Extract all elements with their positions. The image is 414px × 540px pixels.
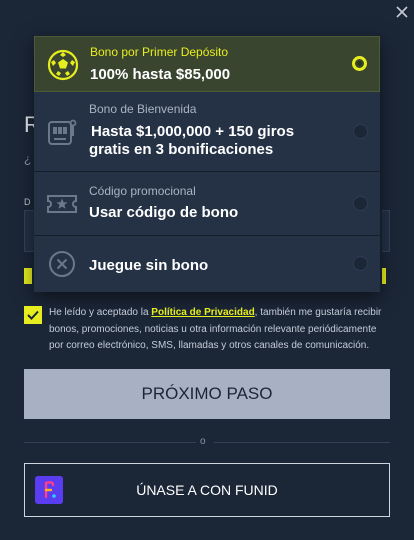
divider-line	[214, 442, 390, 443]
divider-line	[24, 442, 196, 443]
bonus-radio[interactable]	[353, 256, 368, 271]
divider-text: o	[200, 436, 206, 447]
bonus-title-line1: Hasta $1,000,000 + 150 giros	[91, 123, 295, 140]
slot-machine-icon	[48, 119, 77, 145]
bonus-dropdown: Bono por Primer Depósito 100% hasta $85,…	[34, 36, 380, 292]
form-subtitle-fragment: ¿	[24, 152, 32, 166]
bonus-option-first-deposit[interactable]: Bono por Primer Depósito 100% hasta $85,…	[34, 36, 380, 92]
funid-button-label: ÚNASE A CON FUNID	[136, 482, 278, 498]
bonus-category: Bono de Bienvenida	[89, 102, 197, 116]
next-step-button[interactable]: PRÓXIMO PASO	[24, 369, 390, 419]
bonus-title: Usar código de bono	[89, 204, 239, 221]
ticket-star-icon	[47, 195, 77, 213]
funid-join-button[interactable]: ÚNASE A CON FUNID	[24, 463, 390, 517]
promo-banner-edge	[382, 268, 386, 284]
bonus-option-no-bonus[interactable]: Juegue sin bono	[34, 236, 380, 292]
bonus-option-promo-code[interactable]: Código promocional Usar código de bono	[34, 172, 380, 236]
close-icon[interactable]	[396, 6, 408, 18]
bonus-category: Código promocional	[89, 184, 196, 198]
consent-checkbox[interactable]	[24, 306, 42, 324]
bonus-radio[interactable]	[353, 196, 368, 211]
consent-text: He leído y aceptado la Política de Priva…	[49, 305, 389, 355]
bonus-title: 100% hasta $85,000	[90, 66, 231, 83]
bonus-option-welcome[interactable]: Bono de Bienvenida Hasta $1,000,000 + 15…	[34, 92, 380, 172]
no-bonus-icon	[49, 251, 75, 277]
promo-banner-edge	[24, 268, 32, 284]
bonus-radio-selected[interactable]	[352, 56, 367, 71]
bonus-category: Bono por Primer Depósito	[90, 45, 229, 59]
soccer-ball-icon	[47, 49, 79, 81]
bonus-radio[interactable]	[353, 124, 368, 139]
bonus-select-field-edge[interactable]	[382, 210, 390, 252]
privacy-policy-link[interactable]: Política de Privacidad	[151, 307, 254, 318]
consent-prefix: He leído y aceptado la	[49, 307, 152, 318]
bonus-title: Juegue sin bono	[89, 257, 209, 274]
bonus-title-line2: gratis en 3 bonificaciones	[89, 141, 274, 158]
field-label-fragment: D	[24, 197, 31, 207]
